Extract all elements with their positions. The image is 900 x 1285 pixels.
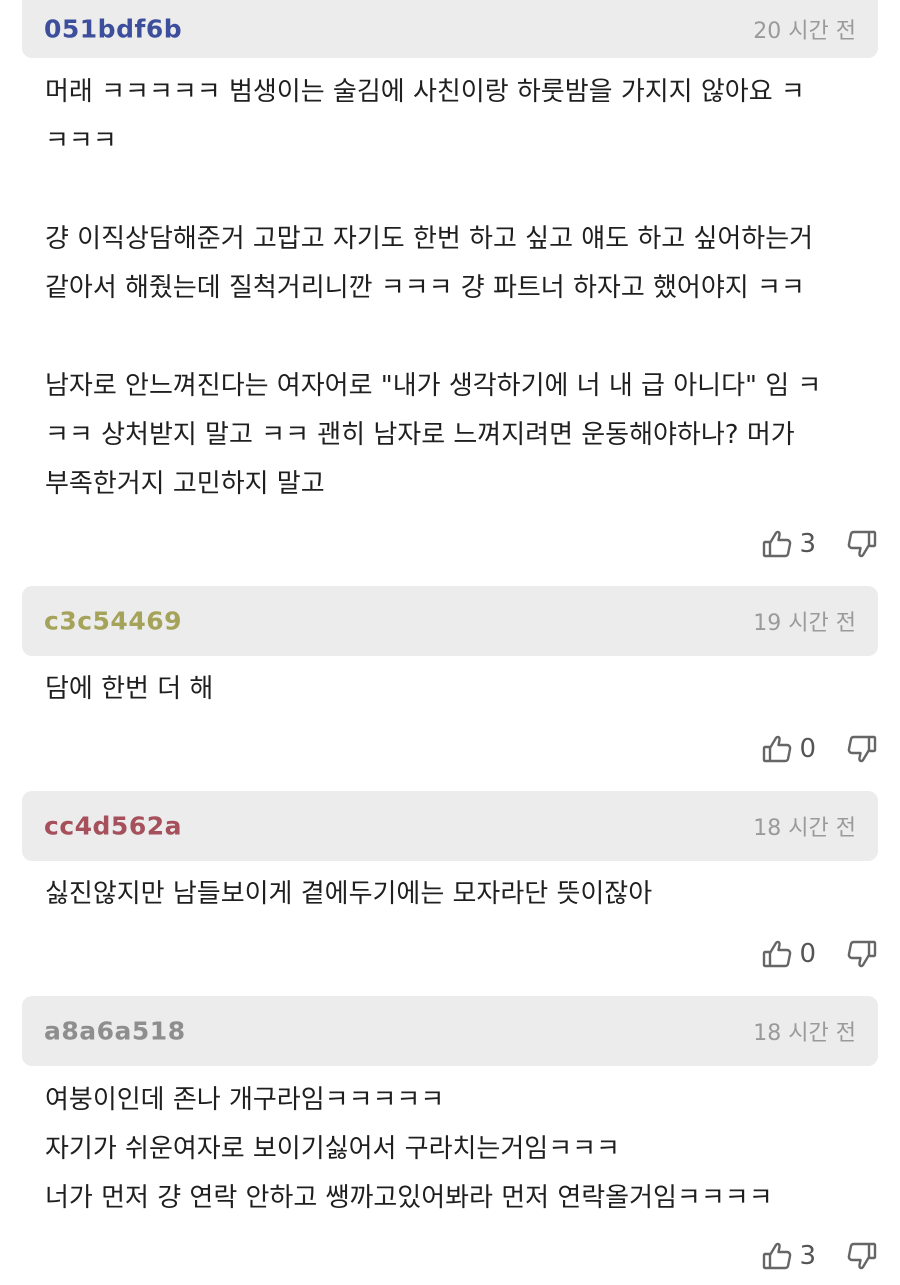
upvote-count: 3 <box>799 529 816 559</box>
upvote-count: 3 <box>799 1241 816 1271</box>
downvote-button[interactable] <box>846 938 878 970</box>
comment-line: 머래 ㅋㅋㅋㅋㅋ 범생이는 술김에 사친이랑 하룻밤을 가지지 않아요 ㅋ <box>45 77 805 107</box>
upvote-count: 0 <box>799 734 816 764</box>
upvote-button[interactable]: 3 <box>761 528 846 560</box>
comment-line: 여붕이인데 존나 개구라임ㅋㅋㅋㅋㅋ <box>45 1085 445 1115</box>
comment-line: ㅋㅋ 상처받지 말고 ㅋㅋ 괜히 남자로 느껴지려면 운동해야하나? 머가 <box>45 420 795 450</box>
comment-author[interactable]: c3c54469 <box>44 607 182 636</box>
vote-controls: 3 <box>761 1236 878 1276</box>
comment-body: 담에 한번 더 해 <box>45 665 875 714</box>
comment-line: ㅋㅋㅋ <box>45 126 117 156</box>
comment-body: 싫진않지만 남들보이게 곁에두기에는 모자라단 뜻이잖아 <box>45 870 875 919</box>
comment-author[interactable]: cc4d562a <box>44 812 182 841</box>
comment-body: 머래 ㅋㅋㅋㅋㅋ 범생이는 술김에 사친이랑 하룻밤을 가지지 않아요 ㅋㅋㅋㅋ… <box>45 68 875 509</box>
thumbs-up-icon <box>761 733 793 765</box>
vote-controls: 0 <box>761 934 878 974</box>
comment-line: 남자로 안느껴진다는 여자어로 "내가 생각하기에 너 내 급 아니다" 임 ㅋ <box>45 371 822 401</box>
comment-line: 싫진않지만 남들보이게 곁에두기에는 모자라단 뜻이잖아 <box>45 879 653 909</box>
upvote-button[interactable]: 0 <box>761 733 846 765</box>
comment-time: 20 시간 전 <box>753 18 856 44</box>
comment-header: cc4d562a 18 시간 전 <box>22 791 878 861</box>
thumbs-down-icon <box>846 938 878 970</box>
comment-line <box>45 313 875 362</box>
comment-line: 담에 한번 더 해 <box>45 674 214 704</box>
thumbs-up-icon <box>761 1240 793 1272</box>
comment-author[interactable]: 051bdf6b <box>44 14 182 43</box>
comment-line: 너가 먼저 걍 연락 안하고 쌩까고있어봐라 먼저 연락올거임ㅋㅋㅋㅋ <box>45 1183 773 1213</box>
upvote-count: 0 <box>799 939 816 969</box>
comment-author[interactable]: a8a6a518 <box>44 1017 186 1046</box>
comment-time: 18 시간 전 <box>753 816 856 841</box>
comment-line: 자기가 쉬운여자로 보이기싫어서 구라치는거임ㅋㅋㅋ <box>45 1134 620 1164</box>
downvote-button[interactable] <box>846 528 878 560</box>
thumbs-down-icon <box>846 733 878 765</box>
comment-time: 19 시간 전 <box>753 611 856 636</box>
comment-header: c3c54469 19 시간 전 <box>22 586 878 656</box>
thumbs-up-icon <box>761 938 793 970</box>
comment-line: 걍 이직상담해준거 고맙고 자기도 한번 하고 싶고 얘도 하고 싶어하는거 <box>45 224 814 254</box>
upvote-button[interactable]: 0 <box>761 938 846 970</box>
comment-header: a8a6a518 18 시간 전 <box>22 996 878 1066</box>
comment-time: 18 시간 전 <box>753 1021 856 1046</box>
comment-line: 같아서 해줬는데 질척거리니깐 ㅋㅋㅋ 걍 파트너 하자고 했어야지 ㅋㅋ <box>45 273 805 303</box>
upvote-button[interactable]: 3 <box>761 1240 846 1272</box>
downvote-button[interactable] <box>846 1240 878 1272</box>
vote-controls: 3 <box>761 524 878 564</box>
thumbs-down-icon <box>846 1240 878 1272</box>
comment-body: 여붕이인데 존나 개구라임ㅋㅋㅋㅋㅋ 자기가 쉬운여자로 보이기싫어서 구라치는거… <box>45 1076 875 1223</box>
downvote-button[interactable] <box>846 733 878 765</box>
vote-controls: 0 <box>761 729 878 769</box>
comment-header: 051bdf6b 20 시간 전 <box>22 0 878 58</box>
comment-line: 부족한거지 고민하지 말고 <box>45 469 325 499</box>
thumbs-up-icon <box>761 528 793 560</box>
comment-line <box>45 166 875 215</box>
thumbs-down-icon <box>846 528 878 560</box>
